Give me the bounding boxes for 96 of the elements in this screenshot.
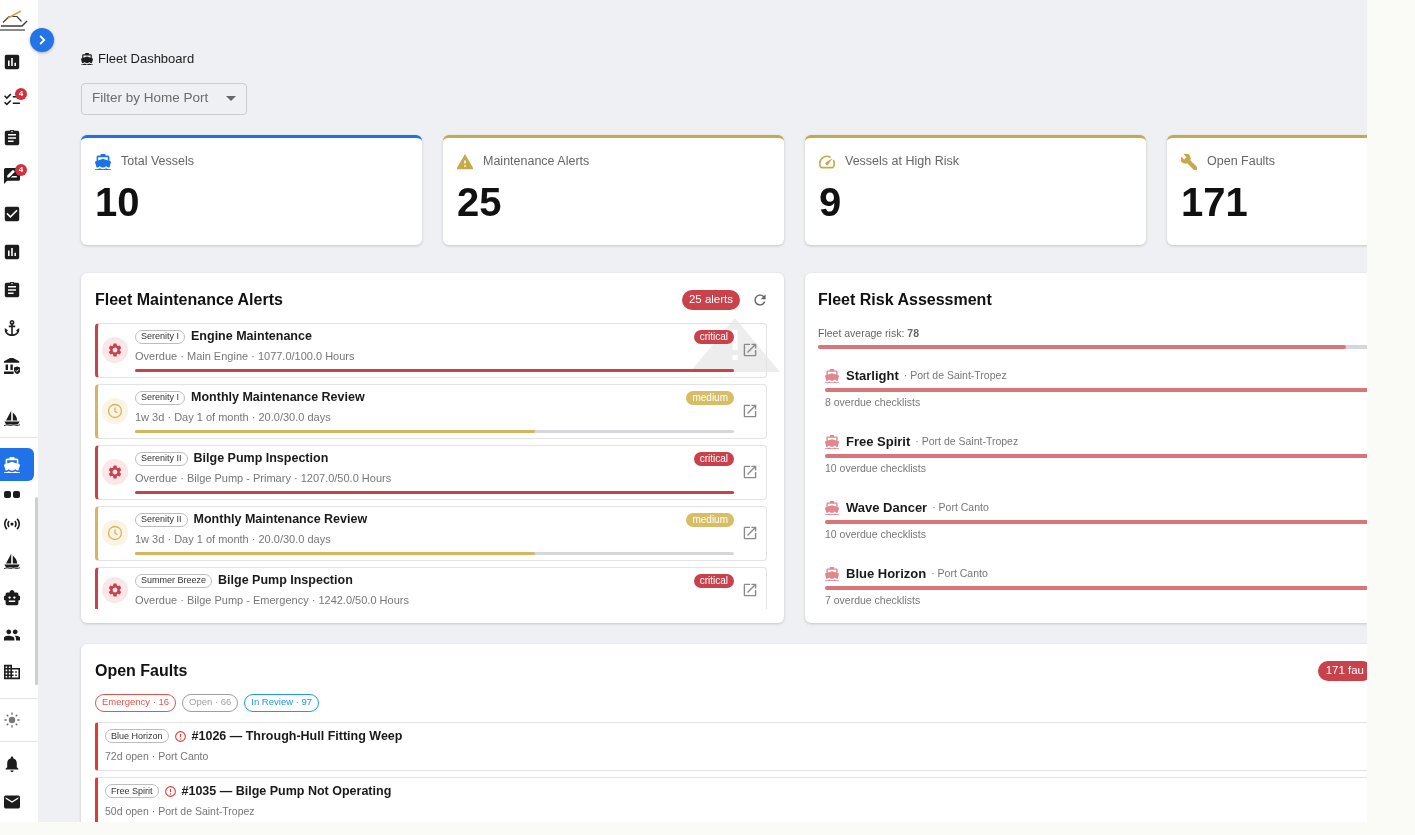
alert-title: Engine Maintenance (191, 328, 312, 346)
vessel-name: Starlight (846, 366, 899, 385)
external-link-icon[interactable] (743, 582, 757, 597)
vessel-name: Wave Dancer (846, 498, 928, 517)
vessel-port: · Port de Saint-Tropez (915, 433, 1019, 449)
count-badge: 171 fau (1317, 660, 1367, 681)
mail-icon (4, 794, 20, 810)
alert-title: Monthly Maintenance Review (191, 389, 365, 407)
vessel-detail: 10 overdue checklists (825, 461, 926, 475)
nav-button[interactable]: 4 (0, 157, 34, 195)
stat-label: Maintenance Alerts (483, 153, 590, 171)
count-badge: 4 (15, 88, 27, 100)
chevron-right-icon (38, 35, 46, 45)
sailboat-icon (4, 410, 20, 426)
expand-button[interactable] (30, 28, 54, 52)
alert-detail: 1w 3d · Day 1 of month · 20.0/30.0 days (135, 531, 331, 546)
alert-title: Bilge Pump Inspection (218, 572, 353, 590)
gear-icon (102, 337, 128, 363)
fault-title: #1035 — Bilge Pump Not Operating (181, 782, 392, 800)
page-title: Fleet Dashboard (98, 50, 195, 68)
fault-title: #1026 — Through-Hull Fitting Weep (191, 727, 403, 745)
clock-icon (102, 398, 128, 424)
gear-icon (102, 576, 128, 603)
bar-chart-icon (4, 54, 20, 70)
signal-icon (4, 515, 20, 532)
robot-icon (4, 589, 20, 606)
vessel-name: Free Spirit (846, 432, 911, 451)
vessel-detail: 8 overdue checklists (825, 395, 921, 409)
scrollbar[interactable] (35, 497, 38, 685)
wrench-icon (1181, 153, 1197, 170)
stat-label: Open Faults (1207, 153, 1276, 171)
external-link-icon[interactable] (743, 526, 757, 540)
refresh-icon[interactable] (753, 292, 767, 307)
warning-icon (457, 153, 473, 170)
gear-icon (102, 459, 128, 485)
bar-chart-icon (4, 244, 20, 260)
external-link-icon[interactable] (743, 343, 757, 357)
nav-button[interactable]: 4 (0, 81, 34, 119)
severity-badge: critical (693, 451, 734, 466)
stat-value: 9 (819, 178, 842, 226)
building-icon (4, 663, 20, 680)
clock-icon (102, 520, 128, 546)
average-risk-text: Fleet average risk: 78 (818, 325, 919, 340)
ship-icon (4, 456, 20, 473)
alert-detail: 1w 3d · Day 1 of month · 20.0/30.0 days (135, 409, 331, 424)
vessel-port: · Port Canto (932, 499, 989, 515)
alert-detail: Overdue · Bilge Pump - Emergency · 1242.0/50.0 Hours (135, 592, 409, 607)
ship-icon (825, 500, 839, 515)
bank-shield-icon (4, 358, 20, 374)
vessel-detail: 10 overdue checklists (825, 527, 926, 541)
alert-title: Bilge Pump Inspection (193, 450, 329, 468)
stat-label: Total Vessels (121, 153, 194, 171)
clipboard-icon (4, 130, 20, 146)
vessel-detail: 7 overdue checklists (825, 593, 921, 607)
alert-detail: Overdue · Bilge Pump - Primary · 1207.0/50.0 Hours (135, 470, 392, 485)
fault-detail: 72d open · Port Canto (105, 749, 209, 763)
ship-icon (81, 52, 93, 65)
count-badge: 4 (15, 164, 27, 176)
external-link-icon[interactable] (743, 404, 757, 418)
yacht-logo (0, 10, 29, 32)
home-port-select[interactable]: Filter by Home Port (81, 82, 247, 115)
severity-badge: critical (693, 329, 734, 344)
gauge-icon (819, 153, 835, 170)
clipboard-icon (4, 282, 20, 298)
severity-badge: medium (686, 512, 734, 527)
anchor-icon (4, 320, 20, 336)
caret-icon (226, 96, 236, 101)
vessel-name: Blue Horizon (846, 564, 927, 583)
vessel-port: · Port Canto (931, 565, 988, 581)
severity-badge: critical (693, 573, 734, 588)
panel-title: Open Faults (95, 660, 188, 681)
external-link-icon[interactable] (743, 465, 757, 479)
stat-value: 25 (457, 178, 502, 226)
error-icon (164, 785, 176, 797)
fault-detail: 50d open · Port de Saint-Tropez (105, 804, 255, 818)
alert-title: Monthly Maintenance Review (193, 511, 368, 529)
stat-value: 10 (95, 178, 140, 226)
panel-title: Fleet Risk Assessment (818, 289, 992, 310)
vessel-port: · Port de Saint-Tropez (903, 367, 1007, 383)
stat-value: 171 (1181, 178, 1248, 226)
checkbox-icon (4, 206, 20, 222)
panel-title: Fleet Maintenance Alerts (95, 289, 283, 310)
ship-icon (825, 434, 839, 449)
count-badge: 25 alerts (681, 289, 740, 310)
sailboat-icon (4, 552, 20, 569)
checklist-icon (4, 92, 20, 108)
severity-badge: medium (686, 390, 734, 405)
error-icon (174, 730, 186, 742)
bell-icon (4, 756, 20, 772)
sun-icon (4, 712, 20, 728)
ship-icon (825, 566, 839, 581)
cut-off-icon (4, 491, 20, 498)
alert-detail: Overdue · Main Engine · 1077.0/100.0 Hours (135, 348, 355, 363)
ship-icon (95, 153, 111, 170)
ship-icon (825, 368, 839, 383)
stat-label: Vessels at High Risk (845, 153, 959, 171)
